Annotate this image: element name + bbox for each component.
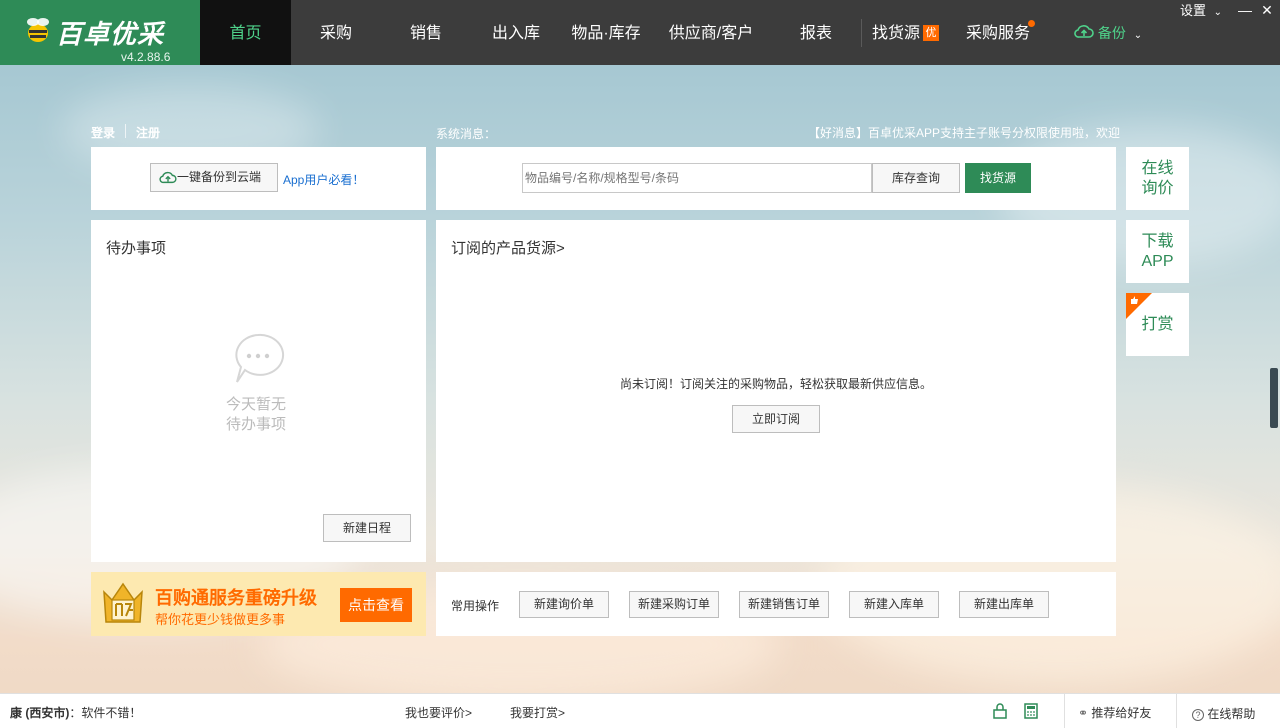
find-goods-label: 找货源 <box>872 25 921 42</box>
register-link[interactable]: 注册 <box>136 124 160 141</box>
nav-inventory[interactable]: 物品·库存 <box>561 0 651 65</box>
recommend-button[interactable]: ⚭ 推荐给好友 <box>1078 704 1151 721</box>
online-help-button[interactable]: ? 在线帮助 <box>1192 705 1255 722</box>
new-outbound-button[interactable]: 新建出库单 <box>959 591 1049 618</box>
cloud-upload-icon <box>159 171 177 184</box>
online-inquiry-line2: 询价 <box>1141 179 1174 197</box>
chevron-down-icon: ⌄ <box>1133 30 1143 41</box>
item-search-input[interactable] <box>522 163 872 193</box>
stock-query-button[interactable]: 库存查询 <box>872 163 960 193</box>
app-logo: 百卓优采 v4.2.88.6 <box>0 0 200 65</box>
rate-link[interactable]: 我也要评价> <box>405 704 472 721</box>
tip-link[interactable]: 我要打赏> <box>510 704 565 721</box>
subscription-panel: 订阅的产品货源> 尚未订阅！订阅关注的采购物品，轻松获取最新供应信息。 立即订阅 <box>436 220 1116 562</box>
online-inquiry-line1: 在线 <box>1141 159 1174 177</box>
subscription-empty-text: 尚未订阅！订阅关注的采购物品，轻松获取最新供应信息。 <box>619 377 932 391</box>
purchase-service-label: 采购服务 <box>966 25 1031 42</box>
system-notice[interactable]: 【好消息】百卓优采APP支持主子账号分权限使用啦，欢迎 <box>808 124 1120 141</box>
login-link[interactable]: 登录 <box>91 124 115 141</box>
review-author: 康 (西安市) <box>10 706 70 720</box>
nav-inout[interactable]: 出入库 <box>471 0 561 65</box>
find-source-button[interactable]: 找货源 <box>965 163 1031 193</box>
help-icon: ? <box>1192 709 1204 721</box>
subscribe-button[interactable]: 立即订阅 <box>732 405 820 433</box>
backup-button[interactable]: 备份 ⌄ <box>1074 0 1142 65</box>
cloud-backup-label: 一键备份到云端 <box>177 170 262 184</box>
main-nav: 首页 采购 销售 出入库 物品·库存 供应商/客户 报表 <box>200 0 861 65</box>
download-app-line1: 下载 <box>1141 232 1174 250</box>
close-button[interactable]: ✕ <box>1256 0 1278 22</box>
settings-label: 设置 <box>1180 3 1207 18</box>
app-version: v4.2.88.6 <box>121 50 171 64</box>
subscription-title-link[interactable]: 订阅的产品货源> <box>451 237 565 258</box>
minimize-button[interactable]: — <box>1234 0 1256 22</box>
todo-empty-line2: 待办事项 <box>225 416 286 433</box>
todo-empty-text: 今天暂无 待办事项 <box>91 395 421 435</box>
nav-supplier-customer[interactable]: 供应商/客户 <box>651 0 771 65</box>
nav-purchase[interactable]: 采购 <box>291 0 381 65</box>
review-text: ：软件不错！ <box>69 706 142 720</box>
cloud-upload-icon <box>1074 25 1094 38</box>
download-app-line2: APP <box>1141 252 1174 270</box>
help-label: 在线帮助 <box>1207 707 1256 721</box>
scroll-handle[interactable] <box>1270 368 1278 428</box>
cloud-backup-button[interactable]: 一键备份到云端 <box>150 163 278 192</box>
lock-icon[interactable] <box>993 703 1007 719</box>
thumbs-up-corner-icon <box>1126 293 1152 319</box>
chevron-down-icon: ⌄ <box>1213 7 1223 18</box>
backup-panel: 一键备份到云端 App用户必看！ <box>91 147 426 210</box>
system-message-label: 系统消息： <box>436 127 497 141</box>
recommend-label: 推荐给好友 <box>1091 706 1152 720</box>
promo-subtitle: 帮你花更少钱做更多事 <box>155 612 286 627</box>
backup-label: 备份 <box>1097 25 1126 41</box>
online-inquiry-button[interactable]: 在线 询价 <box>1126 147 1189 210</box>
nav-reports[interactable]: 报表 <box>771 0 861 65</box>
chat-bubble-icon <box>235 333 285 383</box>
app-users-note-link[interactable]: App用户必看！ <box>283 171 364 188</box>
promo-banner[interactable]: 百购通服务重磅升级 帮你花更少钱做更多事 点击查看 <box>91 572 426 636</box>
preferred-badge: 优 <box>923 25 940 41</box>
download-app-button[interactable]: 下载 APP <box>1126 220 1189 283</box>
common-operations-label: 常用操作 <box>451 599 500 613</box>
notification-dot <box>1028 20 1036 27</box>
calculator-icon[interactable] <box>1024 703 1038 719</box>
common-operations-panel: 常用操作 新建询价单 新建采购订单 新建销售订单 新建入库单 新建出库单 <box>436 572 1116 636</box>
search-panel: 库存查询 找货源 <box>436 147 1116 210</box>
divider <box>1064 694 1065 728</box>
reward-button[interactable]: 打赏 <box>1126 293 1189 356</box>
promo-title: 百购通服务重磅升级 <box>155 588 317 608</box>
todo-title: 待办事项 <box>106 240 167 257</box>
settings-menu[interactable]: 设置 ⌄ <box>1180 0 1222 22</box>
nav-home[interactable]: 首页 <box>200 0 291 65</box>
crown-icon <box>103 582 143 623</box>
divider <box>1176 694 1177 728</box>
nav-purchase-service[interactable]: 采购服务 <box>966 0 1036 65</box>
new-purchase-order-button[interactable]: 新建采购订单 <box>629 591 719 618</box>
nav-separator <box>861 19 862 47</box>
status-bar: 康 (西安市)：软件不错！ 我也要评价> 我要打赏> ⚭ 推荐给好友 ? 在线帮… <box>0 693 1280 728</box>
top-bar: 百卓优采 v4.2.88.6 首页 采购 销售 出入库 物品·库存 供应商/客户… <box>0 0 1280 65</box>
promo-view-button[interactable]: 点击查看 <box>340 588 412 622</box>
share-icon: ⚭ <box>1078 706 1089 720</box>
bee-logo-icon <box>27 18 49 42</box>
new-inquiry-button[interactable]: 新建询价单 <box>519 591 609 618</box>
app-name: 百卓优采 <box>56 19 165 49</box>
user-review: 康 (西安市)：软件不错！ <box>10 704 141 721</box>
nav-sales[interactable]: 销售 <box>381 0 471 65</box>
new-sales-order-button[interactable]: 新建销售订单 <box>739 591 829 618</box>
nav-find-goods[interactable]: 找货源优 <box>872 0 940 65</box>
new-schedule-button[interactable]: 新建日程 <box>323 514 411 542</box>
todo-panel: 待办事项 今天暂无 待办事项 新建日程 <box>91 220 426 562</box>
new-inbound-button[interactable]: 新建入库单 <box>849 591 939 618</box>
divider <box>125 124 126 138</box>
todo-empty-line1: 今天暂无 <box>225 396 286 413</box>
